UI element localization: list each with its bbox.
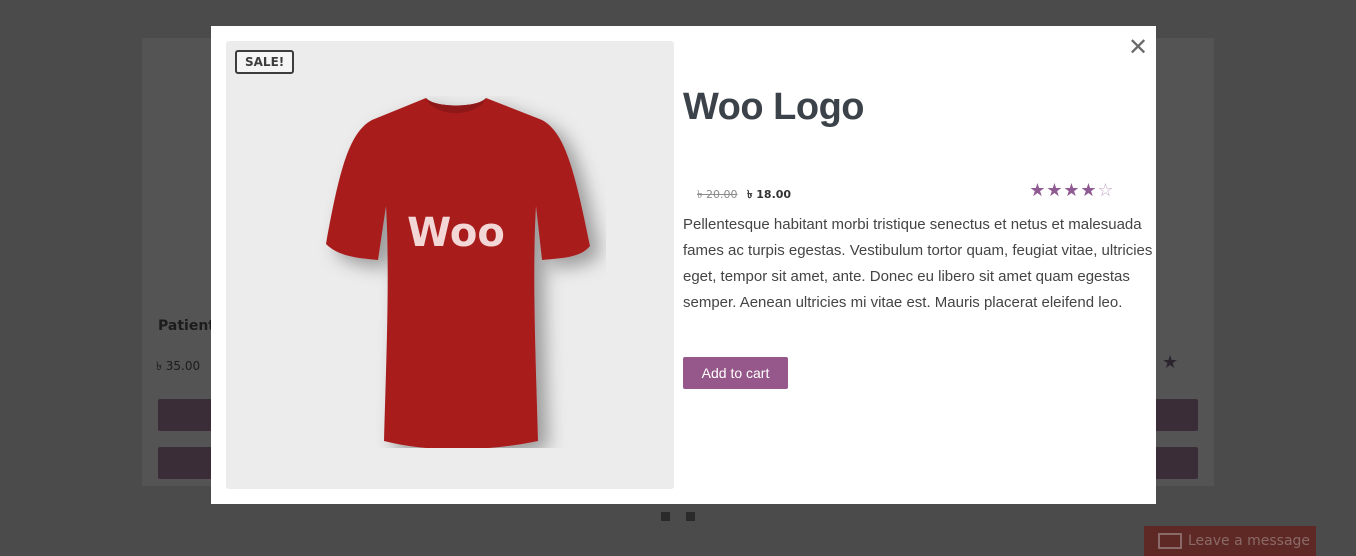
tshirt-image: Woo <box>326 98 590 448</box>
star-icon: ★ <box>1063 180 1080 201</box>
quick-view-modal: ✕ Woo SALE! Woo Logo ৳ 20.00 ৳ 18.00 ★ ★… <box>211 26 1156 504</box>
background-star-icon: ★ <box>1162 352 1179 373</box>
star-icon: ★ <box>1080 180 1097 201</box>
price-sale: ৳ 18.00 <box>746 188 792 201</box>
leave-message-label: Leave a message <box>1188 533 1311 549</box>
envelope-icon <box>1158 533 1182 549</box>
product-image-panel: Woo SALE! <box>226 41 674 489</box>
background-button <box>1150 447 1198 479</box>
star-icon: ★ <box>1046 180 1063 201</box>
star-icon: ★ <box>1029 180 1046 201</box>
background-button <box>1150 399 1198 431</box>
background-button <box>158 447 218 479</box>
background-button <box>158 399 218 431</box>
close-icon[interactable]: ✕ <box>1127 34 1149 60</box>
star-rating: ★ ★ ★ ★ ☆ <box>1029 181 1114 201</box>
carousel-dot[interactable] <box>661 512 670 521</box>
product-title: Woo Logo <box>683 86 865 128</box>
product-description: Pellentesque habitant morbi tristique se… <box>683 216 1153 311</box>
background-product-title: Patient <box>158 318 215 334</box>
product-price: ৳ 20.00 ৳ 18.00 <box>697 186 791 205</box>
sale-badge: SALE! <box>235 50 295 74</box>
carousel-dot[interactable] <box>686 512 695 521</box>
price-original: ৳ 20.00 <box>697 188 738 201</box>
star-outline-icon: ☆ <box>1097 180 1114 201</box>
background-product-price: ৳ 35.00 <box>156 359 201 373</box>
shirt-print-text: Woo <box>407 210 505 256</box>
add-to-cart-button[interactable]: Add to cart <box>683 357 788 389</box>
